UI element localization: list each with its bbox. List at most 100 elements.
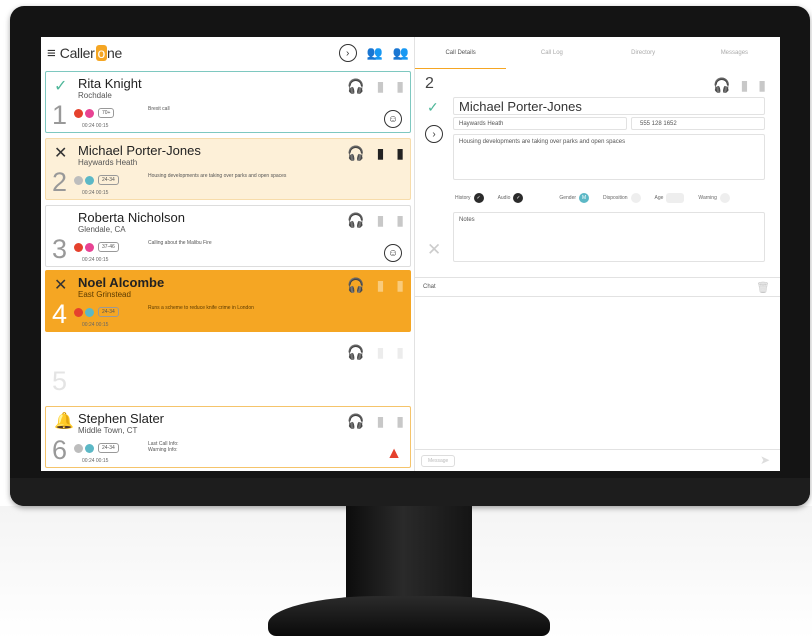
tag-dot — [85, 443, 94, 453]
caller-name: Noel Alcombe — [78, 275, 165, 290]
hold-icon[interactable]: ▮ — [741, 77, 749, 94]
people-icon[interactable]: 👥 — [367, 45, 383, 61]
headset-icon[interactable]: 🎧 — [347, 78, 364, 95]
disposition-toggle[interactable] — [630, 193, 641, 203]
tab-call-log[interactable]: Call Log — [506, 37, 597, 69]
call-actions: 🎧 ▮ ▮ — [347, 344, 404, 361]
reject-call-icon[interactable]: ✕ — [54, 275, 67, 295]
queue-icon[interactable]: ▮ — [758, 77, 766, 94]
hold-icon[interactable]: ▮ — [377, 212, 385, 229]
gender-toggle[interactable]: M — [579, 193, 590, 203]
age-badge: 37-46 — [98, 242, 119, 252]
audio-toggle[interactable]: ✓ — [513, 193, 524, 203]
hold-icon[interactable]: ▮ — [377, 277, 385, 294]
send-icon[interactable]: ➤ — [760, 453, 770, 467]
monitor-foot — [268, 596, 550, 636]
caller-topic-field[interactable]: Housing developments are taking over par… — [453, 134, 765, 180]
caller-flags: History ✓ Audio ✓ Gender M Disposition Age … — [455, 193, 767, 203]
call-actions: 🎧 ▮ ▮ — [347, 212, 404, 229]
queue-icon[interactable]: ▮ — [396, 78, 404, 95]
caller-name: Roberta Nicholson — [78, 210, 185, 225]
forward-icon[interactable]: › — [425, 125, 443, 143]
answered-check-icon[interactable]: ✓ — [54, 76, 67, 96]
chat-bar[interactable]: Chat 🗑 — [415, 277, 780, 297]
call-actions: 🎧 ▮ ▮ — [347, 145, 404, 162]
smiley-icon[interactable]: ☺ — [384, 244, 402, 262]
tab-directory[interactable]: Directory — [598, 37, 689, 69]
call-timers: 00:24 00:15 — [82, 190, 109, 196]
call-card-6[interactable]: 🔔 Stephen Slater Middle Town, CT 6 24-34 00:2… — [45, 406, 411, 468]
hold-icon[interactable]: ▮ — [377, 344, 385, 361]
queue-icon[interactable]: ▮ — [396, 145, 404, 162]
call-actions: 🎧 ▮ ▮ — [347, 277, 404, 294]
alarm-bell-icon: 🔔 — [54, 413, 74, 430]
approve-icon[interactable]: ✓ — [427, 99, 439, 116]
caller-name: Stephen Slater — [78, 411, 165, 426]
call-queue-panel: ≡ Caller o ne › 👥 👥 ✓ Rita Knight Rochdale 1 7… — [41, 37, 415, 471]
headset-icon[interactable]: 🎧 — [347, 277, 364, 294]
call-topic: Last Call Info: Warning Info: — [148, 441, 179, 453]
call-card-1[interactable]: ✓ Rita Knight Rochdale 1 70+ 00:24 00:15 Brexi… — [45, 71, 411, 133]
people-alert-icon[interactable]: 👥 — [393, 45, 409, 61]
tag-dot — [74, 175, 83, 185]
caller-location: Middle Town, CT — [78, 426, 138, 435]
caller-location-field[interactable]: Haywards Heath — [453, 117, 627, 130]
tag-dot — [85, 307, 94, 317]
line-number: 4 — [52, 299, 68, 329]
call-card-5[interactable]: 5 🎧 ▮ ▮ — [45, 337, 411, 399]
queue-icon[interactable]: ▮ — [396, 413, 404, 430]
queue-icon[interactable]: ▮ — [396, 344, 404, 361]
app-logo: Caller o ne — [59, 45, 123, 61]
headset-icon[interactable]: 🎧 — [347, 145, 364, 162]
detail-actions: 🎧 ▮ ▮ — [713, 77, 766, 94]
headset-icon[interactable]: 🎧 — [347, 413, 364, 430]
history-label: History — [455, 195, 471, 201]
age-badge: 24-34 — [98, 307, 119, 317]
caller-location: Rochdale — [78, 91, 112, 100]
hold-icon[interactable]: ▮ — [377, 78, 385, 95]
caller-tags: 70+ — [74, 108, 115, 118]
next-call-icon[interactable]: › — [338, 44, 357, 62]
chat-label: Chat — [423, 284, 436, 290]
call-card-4[interactable]: ✕ Noel Alcombe East Grinstead 4 24-34 00:24 0… — [45, 270, 411, 332]
trash-icon[interactable]: 🗑 — [756, 281, 770, 294]
caller-name: Rita Knight — [78, 76, 142, 91]
monitor-neck — [346, 506, 472, 606]
age-select[interactable] — [666, 193, 685, 203]
queue-icon[interactable]: ▮ — [396, 212, 404, 229]
age-badge: 70+ — [98, 108, 115, 118]
line-number: 5 — [52, 366, 68, 396]
warning-toggle[interactable] — [719, 193, 730, 203]
history-toggle[interactable]: ✓ — [473, 193, 484, 203]
audio-label: Audio — [497, 195, 511, 201]
headset-icon[interactable]: 🎧 — [347, 344, 364, 361]
hold-icon[interactable]: ▮ — [377, 413, 385, 430]
caller-name-field[interactable]: Michael Porter-Jones — [453, 97, 765, 115]
caller-name: Michael Porter-Jones — [78, 143, 201, 158]
tab-messages[interactable]: Messages — [689, 37, 780, 69]
call-card-3[interactable]: Roberta Nicholson Glendale, CA 3 37-46 00:24… — [45, 205, 411, 267]
reject-call-icon[interactable]: ✕ — [54, 143, 67, 163]
tag-dot — [85, 175, 94, 185]
caller-phone-field[interactable]: 555 128 1652 — [631, 117, 765, 130]
age-label: Age — [654, 195, 664, 201]
message-button[interactable]: Message — [421, 455, 456, 467]
notes-field[interactable]: Notes — [453, 212, 765, 262]
call-card-2[interactable]: ✕ Michael Porter-Jones Haywards Heath 2 24-3… — [45, 138, 411, 200]
call-topic: Housing developments are taking over par… — [148, 173, 287, 179]
tab-call-details[interactable]: Call Details — [415, 37, 507, 69]
smiley-icon[interactable]: ☺ — [384, 110, 402, 128]
call-topic: Runs a scheme to reduce knife crime in L… — [148, 305, 254, 311]
headset-icon[interactable]: 🎧 — [347, 212, 364, 229]
hold-icon[interactable]: ▮ — [377, 145, 385, 162]
call-timers: 00:24 00:15 — [82, 257, 109, 263]
reject-icon[interactable]: ✕ — [427, 240, 441, 260]
headset-icon[interactable]: 🎧 — [713, 77, 730, 94]
tag-dot — [74, 242, 83, 252]
tag-dot — [74, 108, 83, 118]
call-timers: 00:24 00:15 — [82, 458, 109, 464]
menu-icon[interactable]: ≡ — [47, 45, 56, 62]
line-number: 2 — [52, 167, 68, 197]
queue-icon[interactable]: ▮ — [396, 277, 404, 294]
line-number: 3 — [52, 234, 68, 264]
